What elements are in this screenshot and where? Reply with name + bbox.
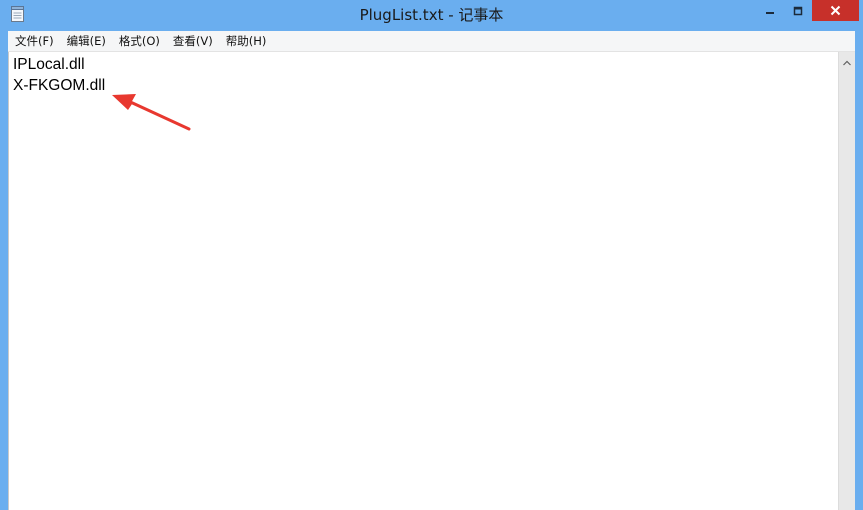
menu-file[interactable]: 文件(F) [9, 32, 60, 51]
scroll-up-button[interactable] [839, 52, 855, 68]
window-frame-right [855, 31, 863, 510]
minimize-button[interactable] [756, 0, 784, 21]
close-button[interactable] [812, 0, 859, 21]
notepad-window: PlugList.txt - 记事本 文件(F) 编辑(E) 格式(O) 查看(… [0, 0, 863, 510]
menu-bar: 文件(F) 编辑(E) 格式(O) 查看(V) 帮助(H) [8, 31, 855, 52]
editor-line: X-FKGOM.dll [13, 77, 106, 94]
close-icon [830, 1, 841, 20]
editor-line: IPLocal.dll [13, 56, 85, 73]
maximize-button[interactable] [784, 0, 812, 21]
chevron-up-icon [843, 51, 851, 70]
text-editor[interactable]: IPLocal.dll X-FKGOM.dll [8, 52, 838, 510]
window-title: PlugList.txt - 记事本 [359, 6, 504, 24]
vertical-scrollbar[interactable] [838, 52, 855, 510]
menu-format[interactable]: 格式(O) [113, 32, 166, 51]
title-bar[interactable]: PlugList.txt - 记事本 [0, 0, 863, 31]
menu-view[interactable]: 查看(V) [167, 32, 219, 51]
maximize-icon [793, 1, 803, 20]
menu-help[interactable]: 帮助(H) [220, 32, 273, 51]
editor-content[interactable]: IPLocal.dll X-FKGOM.dll [13, 54, 105, 96]
menu-edit[interactable]: 编辑(E) [61, 32, 112, 51]
minimize-icon [765, 1, 775, 20]
